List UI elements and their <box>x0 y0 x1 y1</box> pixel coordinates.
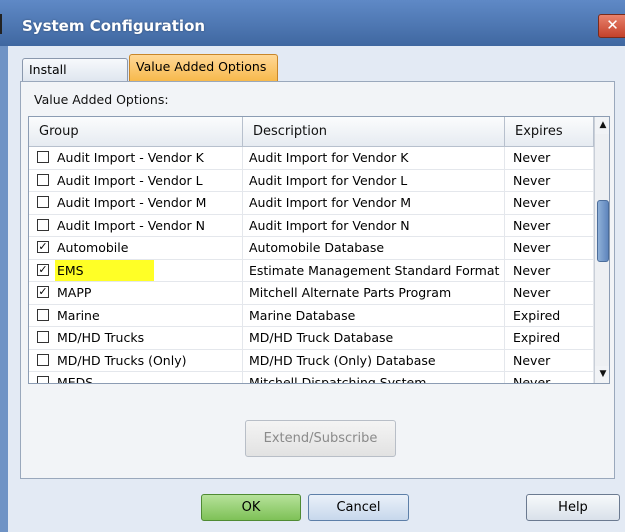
group-label: MD/HD Trucks <box>57 330 145 345</box>
close-button[interactable]: ✕ <box>598 14 625 38</box>
cell-description: MD/HD Truck Database <box>243 327 505 350</box>
cell-group: Audit Import - Vendor L <box>29 169 243 192</box>
table-row[interactable]: Marine Marine Database Expired <box>29 304 594 327</box>
table-row[interactable]: MD/HD Trucks MD/HD Truck Database Expired <box>29 327 594 350</box>
cell-expires: Never <box>505 349 594 372</box>
cell-group: Marine <box>29 304 243 327</box>
cell-description: Automobile Database <box>243 237 505 260</box>
table-row[interactable]: Audit Import - Vendor K Audit Import for … <box>29 147 594 170</box>
cell-description: Audit Import for Vendor N <box>243 214 505 237</box>
column-header-group[interactable]: Group <box>29 117 243 147</box>
row-checkbox[interactable] <box>37 331 49 343</box>
scrollbar-thumb[interactable] <box>597 200 609 262</box>
cell-description: Mitchell Alternate Parts Program <box>243 282 505 305</box>
row-checkbox[interactable]: ✓ <box>37 286 49 298</box>
row-checkbox[interactable] <box>37 308 49 321</box>
row-checkbox[interactable] <box>37 353 49 366</box>
cell-expires: Never <box>505 372 594 383</box>
cell-description: MD/HD Truck (Only) Database <box>243 349 505 372</box>
cancel-button[interactable]: Cancel <box>308 494 409 521</box>
cell-group: ✓ MAPP <box>29 282 243 305</box>
group-label: Audit Import - Vendor N <box>57 217 205 233</box>
cell-expires: Never <box>505 237 594 260</box>
table-row[interactable]: Audit Import - Vendor N Audit Import for … <box>29 214 594 237</box>
scroll-down-arrow-icon[interactable]: ▼ <box>595 366 609 383</box>
column-header-description[interactable]: Description <box>243 117 505 147</box>
cell-group: Audit Import - Vendor N <box>29 214 243 237</box>
cell-expires: Never <box>505 147 594 170</box>
title-bar[interactable]: System Configuration ✕ <box>0 0 625 46</box>
panel-label: Value Added Options: <box>34 92 169 107</box>
group-label: MEDS <box>57 375 94 384</box>
table-row[interactable]: ✓ MAPP Mitchell Alternate Parts Program Nev… <box>29 282 594 305</box>
table-row[interactable]: MD/HD Trucks (Only) MD/HD Truck (Only) Da… <box>29 349 594 372</box>
group-label: Audit Import - Vendor K <box>57 150 204 165</box>
group-label: Audit Import - Vendor M <box>57 195 207 210</box>
cell-description: Audit Import for Vendor K <box>243 147 505 170</box>
row-checkbox[interactable]: ✓ <box>37 241 49 253</box>
window-edge <box>0 14 2 34</box>
table-row[interactable]: Audit Import - Vendor L Audit Import for … <box>29 169 594 192</box>
cell-group: MEDS <box>29 372 243 384</box>
cell-description: Mitchell Dispatching System <box>243 372 505 383</box>
cell-expires: Never <box>505 282 594 305</box>
group-label: EMS <box>57 262 84 278</box>
extend-subscribe-button[interactable]: Extend/Subscribe <box>245 420 396 457</box>
options-list: Group Description Expires Audit Import -… <box>28 116 610 384</box>
group-label: MD/HD Trucks (Only) <box>57 352 187 368</box>
cell-group: Audit Import - Vendor M <box>29 192 243 215</box>
help-button[interactable]: Help <box>526 494 620 521</box>
cell-description: Audit Import for Vendor L <box>243 169 505 192</box>
tab-install-settings[interactable]: Install Settings <box>22 58 128 99</box>
cell-group: Audit Import - Vendor K <box>29 147 243 170</box>
row-checkbox[interactable] <box>37 196 49 208</box>
system-configuration-window: System Configuration ✕ Install Settings … <box>0 0 625 532</box>
cell-expires: Never <box>505 214 594 237</box>
cell-group: MD/HD Trucks <box>29 327 243 350</box>
group-label: MAPP <box>57 285 92 300</box>
cell-group: ✓ Automobile <box>29 237 243 260</box>
vertical-scrollbar[interactable]: ▲ ▼ <box>594 117 609 383</box>
cell-description: Estimate Management Standard Format <box>243 259 505 282</box>
cell-group: MD/HD Trucks (Only) <box>29 349 243 372</box>
row-checkbox[interactable] <box>37 151 49 163</box>
column-header-expires[interactable]: Expires <box>505 117 594 147</box>
row-checkbox[interactable] <box>37 218 49 231</box>
table-row[interactable]: Audit Import - Vendor M Audit Import for … <box>29 192 594 215</box>
table-row[interactable]: ✓ EMS Estimate Management Standard Format N… <box>29 259 594 282</box>
cell-description: Marine Database <box>243 304 505 327</box>
tab-value-added-options[interactable]: Value Added Options <box>129 54 278 81</box>
cell-group: ✓ EMS <box>29 259 243 282</box>
group-label: Marine <box>57 307 100 323</box>
cell-expires: Never <box>505 192 594 215</box>
cell-expires: Never <box>505 259 594 282</box>
group-label: Automobile <box>57 240 129 255</box>
cell-expires: Never <box>505 169 594 192</box>
ok-button[interactable]: OK <box>201 494 301 521</box>
row-checkbox[interactable] <box>37 173 49 186</box>
row-checkbox[interactable]: ✓ <box>37 263 49 276</box>
cell-expires: Expired <box>505 327 594 350</box>
cell-description: Audit Import for Vendor M <box>243 192 505 215</box>
window-title: System Configuration <box>22 17 206 35</box>
scroll-up-arrow-icon[interactable]: ▲ <box>595 117 609 134</box>
cell-expires: Expired <box>505 304 594 327</box>
table-row[interactable]: MEDS Mitchell Dispatching System Never <box>29 372 594 384</box>
row-checkbox[interactable] <box>37 376 49 383</box>
group-label: Audit Import - Vendor L <box>57 172 203 188</box>
table-row[interactable]: ✓ Automobile Automobile Database Never <box>29 237 594 260</box>
